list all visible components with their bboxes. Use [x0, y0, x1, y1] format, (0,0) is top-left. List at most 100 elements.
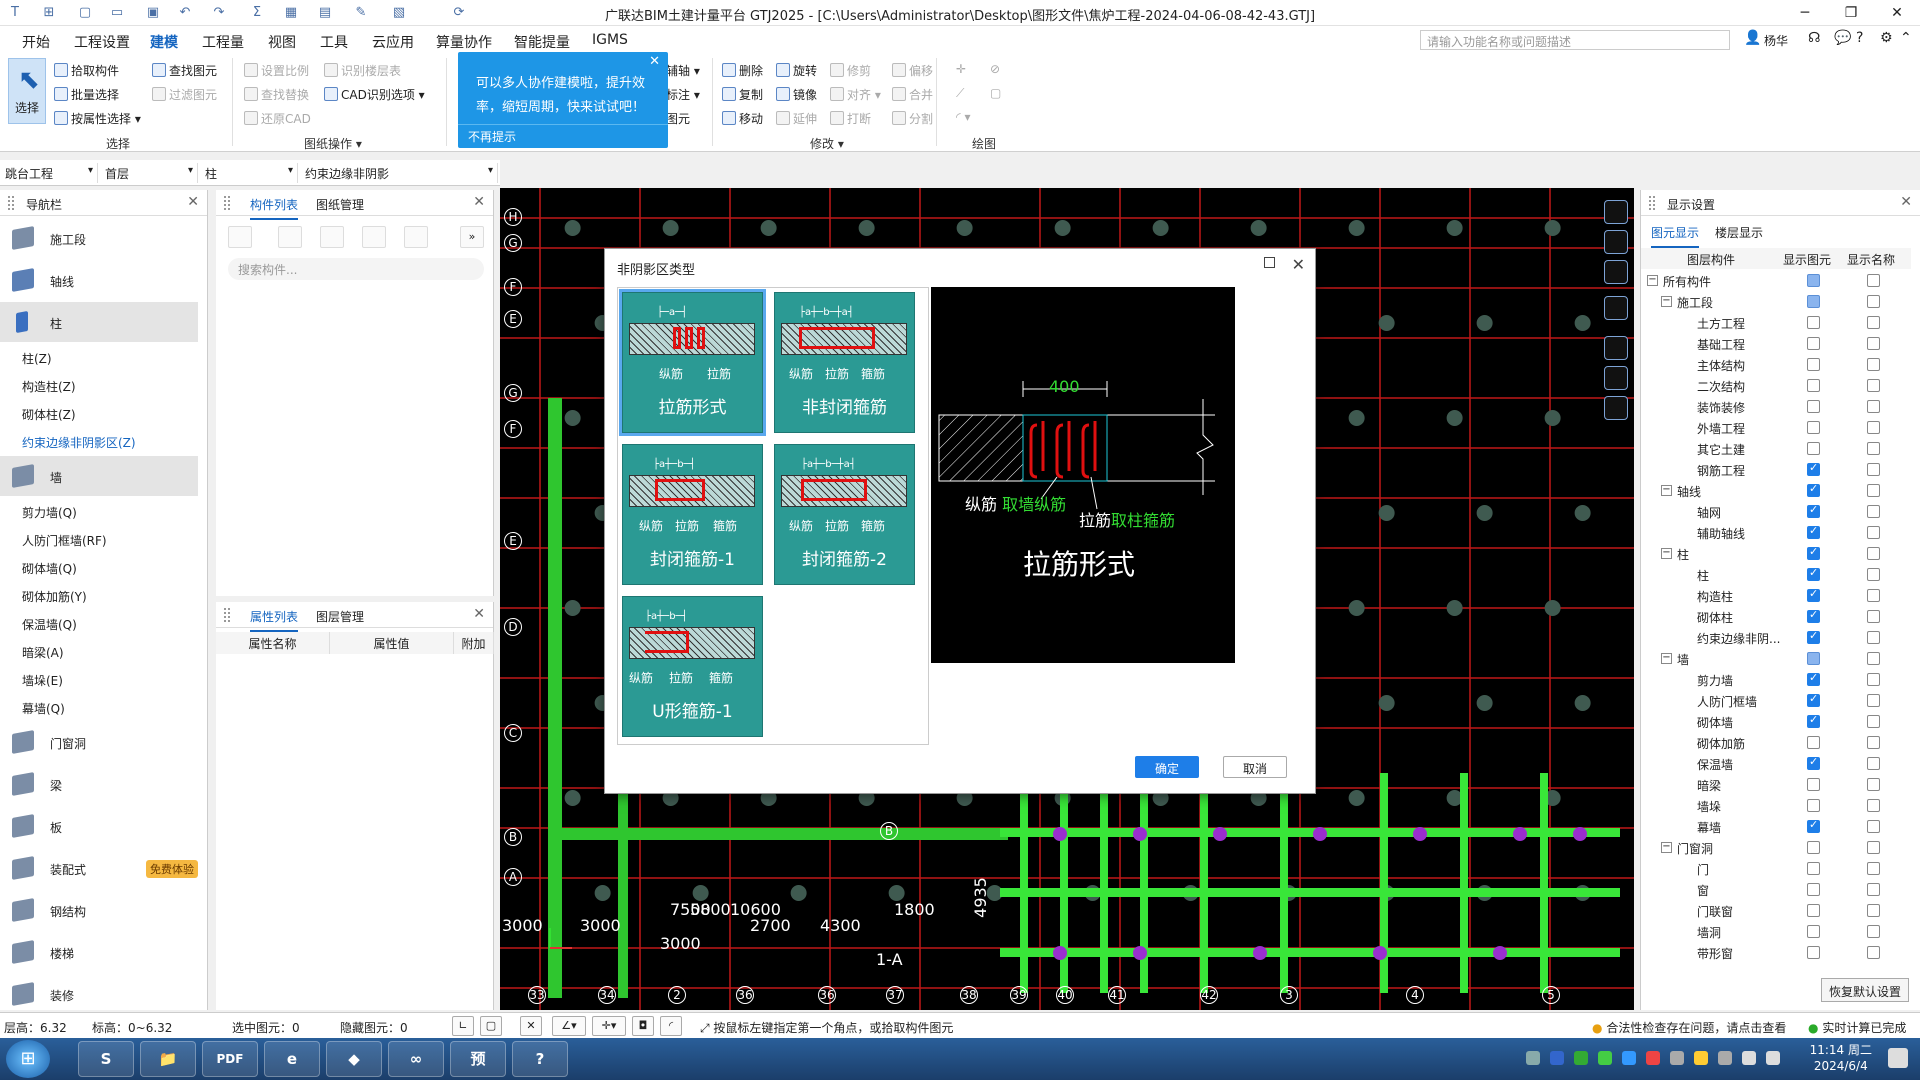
function-search-input[interactable]: 请输入功能名称或问题描述 [1420, 30, 1730, 50]
show-element-checkbox[interactable] [1807, 713, 1820, 728]
nav-item-stairs[interactable]: 楼梯 [0, 932, 198, 972]
start-button[interactable]: ⊞ [6, 1040, 50, 1078]
display-row[interactable]: − 施工段 [1641, 291, 1911, 312]
display-row[interactable]: 幕墙 [1641, 816, 1911, 837]
maximize-button[interactable]: ❐ [1828, 0, 1874, 26]
nav-sub-curtain-wall[interactable]: 幕墙(Q) [22, 700, 65, 717]
display-row[interactable]: 带形窗 [1641, 942, 1911, 963]
display-row[interactable]: 门 [1641, 858, 1911, 879]
menu-quantities[interactable]: 工程量 [202, 32, 244, 52]
show-element-checkbox[interactable] [1807, 778, 1820, 791]
display-row[interactable]: 砌体墙 [1641, 711, 1911, 732]
select-tool-button[interactable]: ⬉ 选择 [8, 58, 46, 124]
minimize-button[interactable]: ─ [1782, 0, 1828, 26]
restore-defaults-button[interactable]: 恢复默认设置 [1821, 978, 1909, 1002]
new-component-icon[interactable] [228, 226, 252, 248]
chat-icon[interactable]: 💬 [1834, 30, 1851, 46]
tab-element-display[interactable]: 图元显示 [1651, 224, 1700, 248]
display-row[interactable]: 门联窗 [1641, 900, 1911, 921]
close-button[interactable]: ✕ [1874, 0, 1920, 26]
floor-dropdown[interactable]: 首层 [102, 163, 198, 183]
show-element-checkbox[interactable] [1807, 925, 1820, 938]
tray-app-icon[interactable] [1574, 1051, 1588, 1065]
display-row[interactable]: − 所有构件 [1641, 270, 1911, 291]
show-name-checkbox[interactable] [1867, 946, 1880, 959]
snap-icon[interactable]: ▢ [480, 1016, 502, 1036]
delete-component-icon[interactable] [320, 226, 344, 248]
show-element-checkbox[interactable] [1807, 608, 1820, 623]
help-icon[interactable]: ? [1856, 30, 1863, 46]
notes-icon[interactable] [1604, 396, 1628, 420]
tray-qq-icon[interactable] [1622, 1051, 1636, 1065]
show-name-checkbox[interactable] [1867, 736, 1880, 749]
nav-item-beam[interactable]: 梁 [0, 764, 198, 804]
show-element-checkbox[interactable] [1807, 799, 1820, 812]
option-closed-stirrup-2[interactable]: ├a┼─b─┼a┤ 纵筋 拉筋 箍筋 封闭箍筋-2 [774, 444, 915, 585]
show-name-checkbox[interactable] [1867, 820, 1880, 833]
identify-floor-table-button[interactable]: 识别楼层表 [324, 62, 401, 79]
angle-icon[interactable]: ∠▾ [552, 1016, 586, 1036]
nav-sub-shear-wall[interactable]: 剪力墙(Q) [22, 504, 77, 521]
show-name-checkbox[interactable] [1867, 316, 1880, 329]
nav-item-slab[interactable]: 板 [0, 806, 198, 846]
show-element-checkbox[interactable] [1807, 883, 1820, 896]
show-name-checkbox[interactable] [1867, 925, 1880, 938]
display-row[interactable]: 墙垛 [1641, 795, 1911, 816]
drag-handle[interactable] [224, 608, 230, 622]
show-element-checkbox[interactable] [1807, 629, 1820, 644]
tray-help-icon[interactable] [1550, 1051, 1564, 1065]
show-element-checkbox[interactable] [1807, 379, 1820, 392]
show-name-checkbox[interactable] [1867, 799, 1880, 812]
nav-sub-constraint-edge[interactable]: 约束边缘非阴影区(Z) [22, 434, 136, 451]
dialog-close-icon[interactable]: ✕ [1292, 255, 1305, 274]
comp-close-icon[interactable]: ✕ [473, 194, 485, 210]
nav-sub-insulation-wall[interactable]: 保温墙(Q) [22, 616, 77, 633]
tray-volume-icon[interactable] [1742, 1051, 1756, 1065]
arc-icon[interactable]: ◜ [660, 1016, 682, 1036]
select-by-attr-button[interactable]: 按属性选择 ▾ [54, 110, 141, 127]
display-row[interactable]: 外墙工程 [1641, 417, 1911, 438]
menu-collab[interactable]: 算量协作 [436, 32, 492, 52]
show-element-checkbox[interactable] [1807, 442, 1820, 455]
show-name-checkbox[interactable] [1867, 631, 1880, 644]
show-element-checkbox[interactable] [1807, 818, 1820, 833]
show-name-checkbox[interactable] [1867, 883, 1880, 896]
copy-component-icon[interactable] [278, 226, 302, 248]
orbit-icon[interactable] [1604, 200, 1628, 224]
drag-handle[interactable] [8, 196, 14, 210]
collapse-ribbon-icon[interactable]: ⌃ [1900, 30, 1912, 46]
type-dropdown[interactable]: 柱 [202, 163, 298, 183]
show-element-checkbox[interactable] [1807, 652, 1820, 665]
nav-item-steel[interactable]: 钢结构 [0, 890, 198, 930]
show-element-checkbox[interactable] [1807, 755, 1820, 770]
taskbar-app-pdf[interactable]: PDF [202, 1041, 258, 1077]
show-name-checkbox[interactable] [1867, 778, 1880, 791]
show-element-checkbox[interactable] [1807, 337, 1820, 350]
prop-close-icon[interactable]: ✕ [473, 606, 485, 622]
nav-item-axis[interactable]: 轴线 [0, 260, 198, 300]
tab-property-list[interactable]: 属性列表 [250, 608, 299, 632]
tree-toggle-icon[interactable]: − [1661, 296, 1672, 307]
tray-sun-icon[interactable] [1694, 1051, 1708, 1065]
show-name-checkbox[interactable] [1867, 841, 1880, 854]
filter-element-button[interactable]: 过滤图元 [152, 86, 217, 103]
mirror-button[interactable]: 镜像 [776, 86, 817, 103]
validation-warning[interactable]: ● 合法性检查存在问题，请点击查看 [1592, 1019, 1786, 1036]
split-button[interactable]: 分割 [892, 110, 933, 127]
layer-copy-icon[interactable] [362, 226, 386, 248]
cube-view-icon[interactable] [1604, 260, 1628, 284]
tray-security-icon[interactable] [1646, 1051, 1660, 1065]
show-element-checkbox[interactable] [1807, 400, 1820, 413]
display-row[interactable]: 剪力墙 [1641, 669, 1911, 690]
show-element-checkbox[interactable] [1807, 461, 1820, 476]
tab-component-list[interactable]: 构件列表 [250, 196, 299, 220]
line-draw-icon[interactable]: ⟋ [956, 86, 964, 101]
tray-network-icon[interactable] [1670, 1051, 1684, 1065]
display-row[interactable]: 砌体柱 [1641, 606, 1911, 627]
cancel-button[interactable]: 取消 [1223, 756, 1287, 778]
extend-button[interactable]: 延伸 [776, 110, 817, 127]
menu-tools[interactable]: 工具 [320, 32, 348, 52]
taskbar-app-gtj[interactable]: ◆ [326, 1041, 382, 1077]
show-name-checkbox[interactable] [1867, 421, 1880, 434]
cross-icon[interactable]: ✕ [520, 1016, 542, 1036]
